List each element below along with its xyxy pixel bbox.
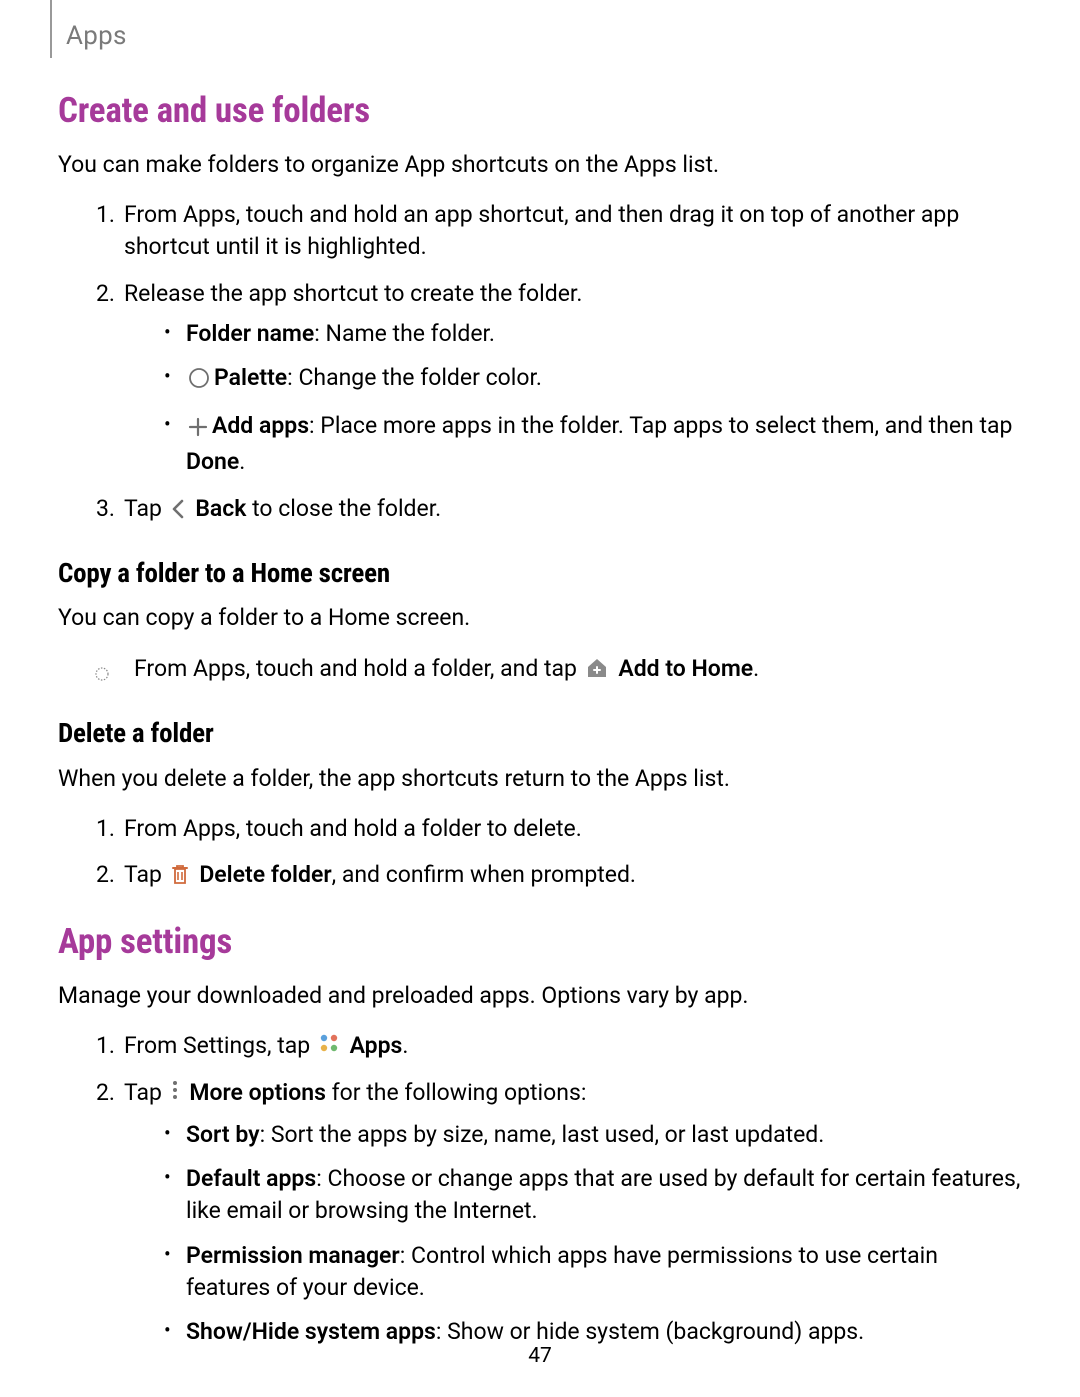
section4-step2-bullets: Sort by: Sort the apps by size, name, la… [164, 1119, 1022, 1348]
post: to close the folder. [246, 495, 441, 522]
home-plus-icon [585, 656, 609, 689]
section2-intro: You can copy a folder to a Home screen. [58, 602, 1022, 634]
ring-bullet-icon [94, 659, 110, 675]
label: Add to Home [618, 655, 753, 682]
bullet-sort-by: Sort by: Sort the apps by size, name, la… [164, 1119, 1022, 1151]
section1-step2-bullets: Folder name: Name the folder. Palette: C… [164, 318, 1022, 479]
section-title-copy-folder: Copy a folder to a Home screen [58, 555, 1022, 593]
bullet-palette: Palette: Change the folder color. [164, 362, 1022, 398]
apps-grid-icon [318, 1031, 340, 1063]
section3-steps: 1. From Apps, touch and hold a folder to… [96, 813, 1022, 895]
label: Add apps [212, 412, 309, 439]
done-label: Done [186, 448, 239, 475]
step-text: From Apps, touch and hold a folder to de… [124, 815, 582, 842]
text1: : Place more apps in the folder. Tap app… [309, 412, 1012, 439]
header-rule [50, 0, 52, 58]
pre: From Settings, tap [124, 1032, 316, 1059]
section3-step2: 2. Tap Delete folder, and confirm when p… [96, 859, 1022, 895]
section1-step1: 1. From Apps, touch and hold an app shor… [96, 199, 1022, 263]
section4-intro: Manage your downloaded and preloaded app… [58, 980, 1022, 1012]
section-title-app-settings: App settings [58, 917, 1022, 966]
label: Apps [350, 1032, 403, 1059]
page-number: 47 [0, 1342, 1080, 1371]
label: Palette [214, 364, 287, 391]
text: : Name the folder. [314, 320, 495, 347]
post: for the following options: [326, 1079, 586, 1106]
label: Sort by [186, 1121, 260, 1148]
document-page: Apps Create and use folders You can make… [0, 0, 1080, 1397]
section2-bullets: From Apps, touch and hold a folder, and … [102, 653, 1022, 689]
step-text: Release the app shortcut to create the f… [124, 280, 582, 307]
section4-step2: 2. Tap More options for the following op… [96, 1077, 1022, 1348]
section1-steps: 1. From Apps, touch and hold an app shor… [96, 199, 1022, 529]
label: Permission manager [186, 1242, 400, 1269]
pre: Tap [124, 861, 168, 888]
text2: . [239, 448, 245, 475]
header-breadcrumb: Apps [66, 18, 127, 54]
bullet-add-apps: Add apps: Place more apps in the folder.… [164, 410, 1022, 478]
pre: Tap [124, 1079, 168, 1106]
label: Back [195, 495, 246, 522]
section1-intro: You can make folders to organize App sho… [58, 149, 1022, 181]
trash-icon [170, 862, 190, 895]
palette-icon [188, 366, 210, 398]
section-title-create-folders: Create and use folders [58, 86, 1022, 135]
bullet-folder-name: Folder name: Name the folder. [164, 318, 1022, 350]
plus-icon [188, 414, 208, 446]
bullet-permission-manager: Permission manager: Control which apps h… [164, 1240, 1022, 1304]
label: Folder name [186, 320, 314, 347]
text: : Sort the apps by size, name, last used… [260, 1121, 825, 1148]
more-options-icon [170, 1078, 180, 1111]
section1-step3: 3. Tap Back to close the folder. [96, 493, 1022, 529]
label: More options [189, 1079, 326, 1106]
post: . [402, 1032, 408, 1059]
section3-intro: When you delete a folder, the app shortc… [58, 763, 1022, 795]
section4-steps: 1. From Settings, tap Apps. 2. Tap More … [96, 1030, 1022, 1348]
chevron-left-icon [170, 497, 186, 529]
page-content: Create and use folders You can make fold… [58, 0, 1022, 1348]
section1-step2: 2. Release the app shortcut to create th… [96, 278, 1022, 479]
bullet-default-apps: Default apps: Choose or change apps that… [164, 1163, 1022, 1227]
pre: Tap [124, 495, 168, 522]
text: : Change the folder color. [287, 364, 542, 391]
bullet-add-to-home: From Apps, touch and hold a folder, and … [102, 653, 1022, 689]
step-text: From Apps, touch and hold an app shortcu… [124, 201, 959, 260]
post: , and confirm when prompted. [332, 861, 636, 888]
post: . [753, 655, 759, 682]
section3-step1: 1. From Apps, touch and hold a folder to… [96, 813, 1022, 845]
section4-step1: 1. From Settings, tap Apps. [96, 1030, 1022, 1063]
section-title-delete-folder: Delete a folder [58, 715, 1022, 753]
label: Delete folder [199, 861, 331, 888]
label: Default apps [186, 1165, 316, 1192]
pre: From Apps, touch and hold a folder, and … [134, 655, 583, 682]
